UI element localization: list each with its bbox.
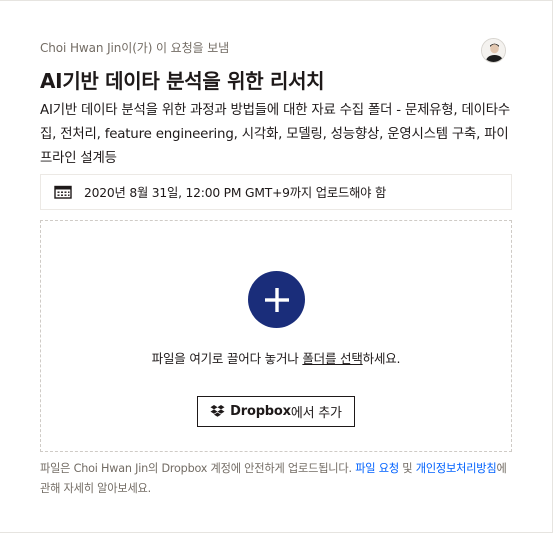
- file-request-help-link[interactable]: 파일 요청: [355, 462, 399, 475]
- add-files-button[interactable]: [248, 271, 305, 328]
- requester-name: Choi Hwan Jin: [40, 41, 122, 55]
- dropbox-button-suffix: 에서 추가: [290, 406, 342, 421]
- deadline-text: 2020년 8월 31일, 12:00 PM GMT+9까지 업로드해야 함: [84, 186, 387, 200]
- drop-message-prefix: 파일을 여기로 끌어다 놓거나: [151, 351, 303, 366]
- select-folder-link[interactable]: 폴더를 선택: [302, 351, 362, 366]
- footer-notice: 파일은 Choi Hwan Jin의 Dropbox 계정에 안전하게 업로드됩…: [40, 459, 512, 499]
- calendar-icon: [54, 185, 72, 199]
- page-title: AI기반 데이타 분석을 위한 리서치: [40, 69, 325, 93]
- user-avatar-icon: [482, 39, 505, 62]
- requester-suffix: 이(가) 이 요청을 보냄: [121, 41, 230, 55]
- add-from-dropbox-button[interactable]: Dropbox 에서 추가: [197, 396, 355, 427]
- drop-message-suffix: 하세요.: [362, 351, 401, 366]
- dropbox-button-bold: Dropbox: [230, 404, 291, 419]
- footer-text-and: 및: [398, 462, 416, 475]
- privacy-policy-link[interactable]: 개인정보처리방침: [416, 462, 497, 475]
- file-dropzone[interactable]: 파일을 여기로 끌어다 놓거나 폴더를 선택하세요. Dropbox 에서 추가: [40, 220, 512, 452]
- plus-icon: [264, 287, 289, 312]
- requester-line: Choi Hwan Jin이(가) 이 요청을 보냄: [40, 39, 229, 56]
- deadline-banner: 2020년 8월 31일, 12:00 PM GMT+9까지 업로드해야 함: [40, 174, 512, 210]
- drop-message: 파일을 여기로 끌어다 놓거나 폴더를 선택하세요.: [41, 348, 511, 367]
- avatar: [481, 38, 506, 63]
- footer-text-prefix: 파일은 Choi Hwan Jin의 Dropbox 계정에 안전하게 업로드됩…: [40, 462, 356, 475]
- file-request-card: Choi Hwan Jin이(가) 이 요청을 보냄 AI기반 데이타 분석을 …: [0, 0, 553, 533]
- dropbox-icon: [210, 405, 225, 417]
- request-description: AI기반 데이타 분석을 위한 과정과 방법들에 대한 자료 수집 폴더 - 문…: [40, 103, 511, 166]
